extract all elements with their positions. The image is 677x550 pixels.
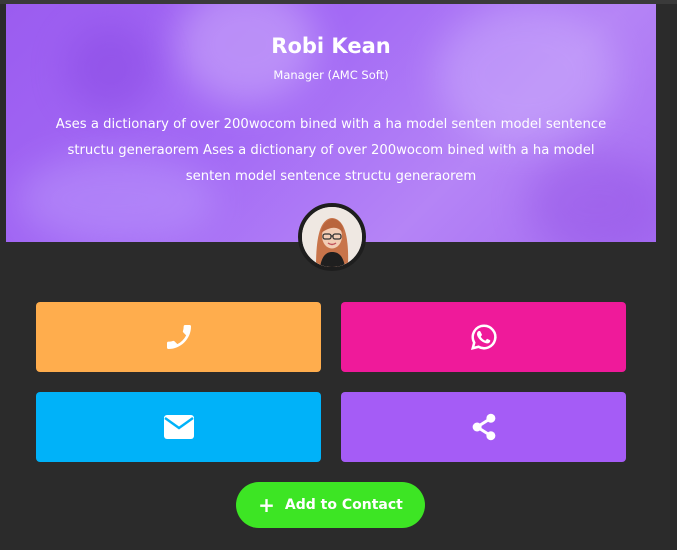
plus-icon: + xyxy=(258,493,275,517)
profile-bio: Ases a dictionary of over 200wocom bined… xyxy=(55,117,607,184)
add-to-contact-button[interactable]: + Add to Contact xyxy=(236,482,425,528)
phone-icon xyxy=(166,325,191,349)
email-button[interactable] xyxy=(36,392,321,462)
envelope-icon xyxy=(163,415,194,439)
call-button[interactable] xyxy=(36,302,321,372)
share-button[interactable] xyxy=(341,392,626,462)
add-to-contact-label: Add to Contact xyxy=(284,497,403,513)
whatsapp-icon xyxy=(470,324,497,351)
share-icon xyxy=(472,413,495,441)
avatar-photo xyxy=(302,207,362,267)
profile-name: Robi Kean xyxy=(271,34,391,58)
avatar xyxy=(298,203,366,271)
whatsapp-button[interactable] xyxy=(341,302,626,372)
profile-role: Manager (AMC Soft) xyxy=(273,68,389,82)
